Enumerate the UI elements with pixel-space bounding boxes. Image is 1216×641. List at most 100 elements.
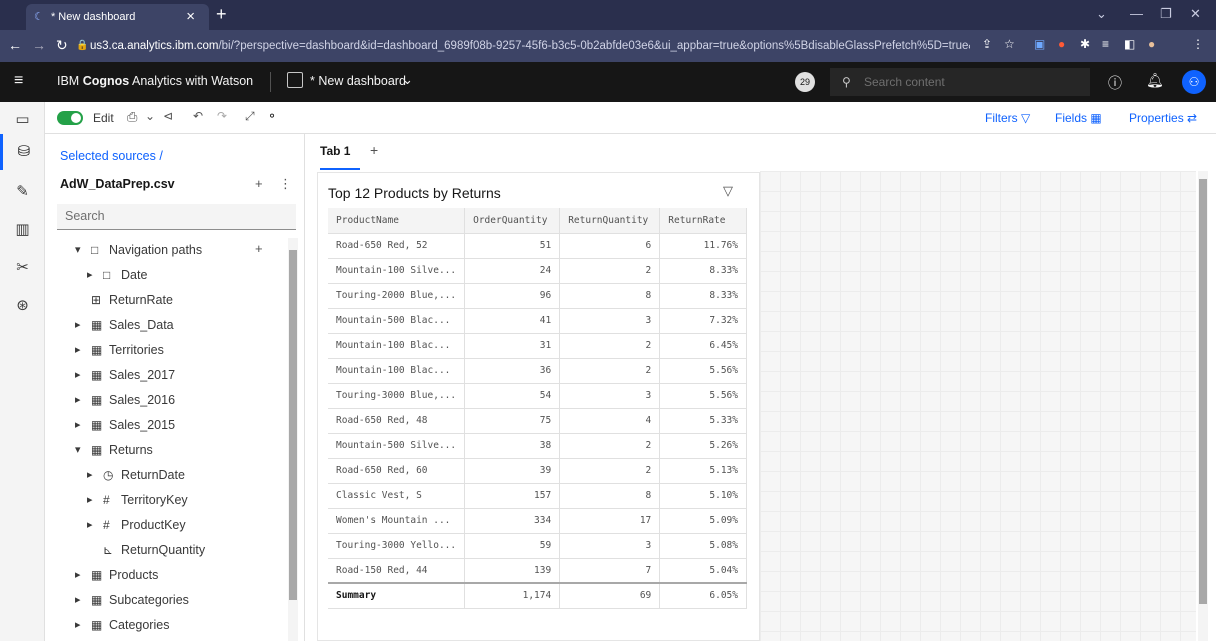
table-cell: 17: [559, 508, 661, 534]
notifications-bell-icon[interactable]: 🔔︎: [1146, 72, 1164, 89]
edit-toggle[interactable]: [57, 111, 83, 125]
column-header[interactable]: OrderQuantity: [464, 208, 561, 234]
tree-scrollbar[interactable]: [288, 238, 298, 641]
canvas-scrollbar-thumb[interactable]: [1199, 179, 1207, 604]
caret-right-icon[interactable]: ▸: [75, 613, 81, 638]
table-row[interactable]: Touring-2000 Blue,... 96 8 8.33%: [328, 283, 747, 309]
puzzle-icon[interactable]: ✱: [1080, 37, 1090, 51]
table-row[interactable]: Women's Mountain ... 334 17 5.09%: [328, 508, 747, 534]
visualizations-icon[interactable]: ▥: [0, 212, 45, 248]
caret-right-icon[interactable]: ▸: [87, 463, 93, 488]
table-row[interactable]: Mountain-500 Silve... 38 2 5.26%: [328, 433, 747, 459]
widgets-icon[interactable]: ✂: [0, 250, 45, 286]
help-icon[interactable]: ⓘ: [1108, 73, 1122, 93]
comment-icon[interactable]: ▭: [0, 102, 45, 138]
table-row[interactable]: Road-650 Red, 48 75 4 5.33%: [328, 408, 747, 434]
widget-title[interactable]: Top 12 Products by Returns: [328, 185, 501, 201]
reading-list-icon[interactable]: ≡: [1102, 37, 1109, 51]
share-icon[interactable]: ⊲: [163, 109, 173, 123]
more-menu-icon[interactable]: ⋮: [1192, 37, 1204, 51]
new-tab-button[interactable]: +: [216, 4, 227, 24]
caret-right-icon[interactable]: ▸: [75, 313, 81, 338]
expand-icon[interactable]: ⤢: [245, 109, 255, 124]
table-row[interactable]: Mountain-500 Blac... 41 3 7.32%: [328, 308, 747, 334]
hash-icon: #: [103, 518, 110, 532]
caret-right-icon[interactable]: ▸: [87, 513, 93, 538]
assistant-icon[interactable]: ⊛: [0, 288, 45, 324]
profile-avatar-icon[interactable]: ●: [1148, 37, 1155, 51]
back-icon[interactable]: ←: [8, 37, 22, 53]
tab-search-icon[interactable]: ⌄: [1096, 6, 1107, 22]
dashboard-title[interactable]: * New dashboard: [310, 74, 406, 88]
table-row[interactable]: Mountain-100 Silve... 24 2 8.33%: [328, 258, 747, 284]
redo-icon[interactable]: ↷: [217, 109, 227, 123]
caret-down-icon[interactable]: ▾: [75, 438, 81, 463]
table-row[interactable]: Mountain-100 Blac... 31 2 6.45%: [328, 333, 747, 359]
notification-badge[interactable]: 29: [795, 72, 815, 92]
tree-scrollbar-thumb[interactable]: [289, 250, 297, 600]
relationships-icon[interactable]: ⚬: [267, 109, 277, 123]
pin-icon[interactable]: ✎: [0, 174, 45, 210]
summary-cell: 6.05%: [659, 582, 747, 609]
caret-right-icon[interactable]: ▸: [87, 488, 93, 513]
overflow-menu-icon[interactable]: ⋮: [279, 176, 292, 192]
address-bar[interactable]: us3.ca.analytics.ibm.com/bi/?perspective…: [90, 34, 970, 58]
table-row[interactable]: Classic Vest, S 157 8 5.10%: [328, 483, 747, 509]
hamburger-menu-icon[interactable]: ≡: [14, 72, 23, 90]
minimize-icon[interactable]: —: [1130, 6, 1143, 21]
maximize-icon[interactable]: ❐: [1160, 6, 1172, 22]
source-name[interactable]: AdW_DataPrep.csv: [60, 177, 175, 191]
close-window-icon[interactable]: ✕: [1190, 6, 1201, 22]
breadcrumb[interactable]: Selected sources /: [60, 149, 163, 163]
caret-right-icon[interactable]: ▸: [87, 263, 93, 288]
caret-right-icon[interactable]: ▸: [75, 388, 81, 413]
column-header[interactable]: ReturnRate: [659, 208, 747, 234]
caret-right-icon[interactable]: ▸: [75, 413, 81, 438]
chevron-down-icon[interactable]: ⌄: [145, 109, 155, 123]
table-widget[interactable]: Top 12 Products by Returns ▽ ProductName…: [317, 172, 760, 641]
chevron-down-icon[interactable]: ⌄: [402, 72, 413, 88]
caret-right-icon[interactable]: ▸: [75, 363, 81, 388]
fields-button[interactable]: Fields ▦: [1055, 111, 1102, 125]
share-icon[interactable]: ⇪: [982, 37, 992, 51]
caret-down-icon[interactable]: ▾: [75, 238, 81, 263]
extension-icon[interactable]: ●: [1058, 37, 1065, 51]
data-sources-icon[interactable]: ⛁: [0, 134, 45, 170]
table-row[interactable]: Road-150 Red, 44 139 7 5.04%: [328, 558, 747, 584]
properties-button[interactable]: Properties ⇄: [1129, 111, 1197, 125]
caret-right-icon[interactable]: ▸: [75, 338, 81, 363]
add-navigation-path-icon[interactable]: +: [255, 241, 263, 256]
sidepanel-icon[interactable]: ◧: [1124, 37, 1135, 51]
caret-right-icon[interactable]: ▸: [75, 563, 81, 588]
add-tab-button[interactable]: +: [370, 142, 378, 158]
table-row[interactable]: Road-650 Red, 60 39 2 5.13%: [328, 458, 747, 484]
tree-item-label: ReturnRate: [109, 293, 173, 307]
close-tab-icon[interactable]: ×: [186, 4, 195, 30]
forward-icon[interactable]: →: [32, 37, 46, 53]
table-row[interactable]: Mountain-100 Blac... 36 2 5.56%: [328, 358, 747, 384]
extension-icon[interactable]: ▣: [1034, 37, 1045, 51]
source-search-input[interactable]: Search: [57, 204, 296, 230]
filters-button[interactable]: Filters ▽: [985, 111, 1030, 125]
browser-address-row: ← → ↻ 🔒 us3.ca.analytics.ibm.com/bi/?per…: [0, 30, 1216, 62]
table-row[interactable]: Touring-3000 Blue,... 54 3 5.56%: [328, 383, 747, 409]
app-brand: IBM Cognos Analytics with Watson: [57, 74, 254, 88]
table-row[interactable]: Road-650 Red, 52 51 6 11.76%: [328, 233, 747, 259]
table-cell: Classic Vest, S: [328, 483, 466, 509]
search-content-input[interactable]: ⚲ Search content: [830, 68, 1090, 96]
reload-icon[interactable]: ↻: [56, 37, 68, 54]
table-cell: 7.32%: [659, 308, 747, 334]
user-avatar-icon[interactable]: ⚇: [1182, 70, 1206, 94]
table-row[interactable]: Touring-3000 Yello... 59 3 5.08%: [328, 533, 747, 559]
save-icon[interactable]: ⎙: [127, 109, 137, 125]
browser-tab[interactable]: ☾ * New dashboard ×: [26, 4, 209, 30]
bookmark-star-icon[interactable]: ☆: [1004, 37, 1015, 51]
canvas-scrollbar[interactable]: [1198, 171, 1208, 641]
tab-1[interactable]: Tab 1: [320, 134, 360, 170]
undo-icon[interactable]: ↶: [193, 109, 203, 123]
column-header[interactable]: ReturnQuantity: [559, 208, 661, 234]
filter-icon[interactable]: ▽: [723, 183, 733, 199]
caret-right-icon[interactable]: ▸: [75, 588, 81, 613]
add-source-icon[interactable]: +: [255, 176, 263, 191]
column-header[interactable]: ProductName: [328, 208, 466, 234]
